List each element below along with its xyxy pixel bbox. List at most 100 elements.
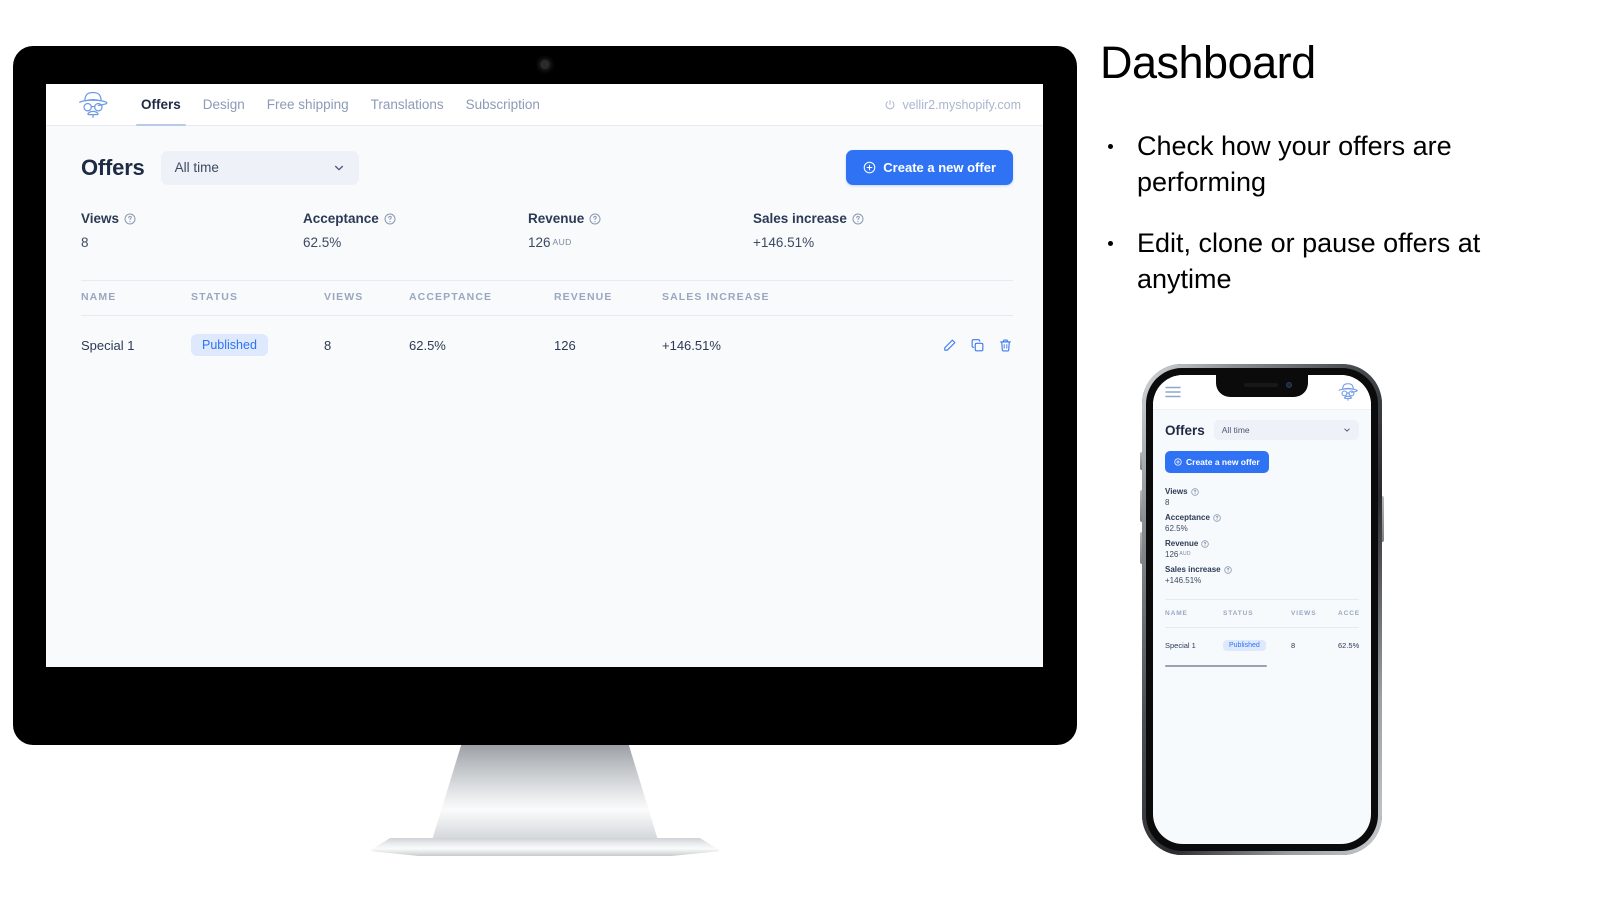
help-circle-icon[interactable] <box>124 213 136 225</box>
phone-stat-value-text: 8 <box>1165 498 1170 507</box>
help-circle-icon[interactable] <box>1213 513 1221 522</box>
table-header-row: NAME STATUS VIEWS ACCEPTA <box>1165 600 1359 628</box>
phone-stat-label-text: Views <box>1165 487 1188 496</box>
phone-stat-value: 126AUD <box>1165 550 1359 559</box>
hamburger-menu-icon[interactable] <box>1165 386 1181 398</box>
stat-value: 126 AUD <box>528 235 753 250</box>
list-item: Edit, clone or pause offers at anytime <box>1100 226 1570 297</box>
cell-revenue: 126 <box>554 337 576 353</box>
phone-stat-label-text: Sales increase <box>1165 565 1221 574</box>
table-row[interactable]: Special 1 Published 8 62.5% <box>1165 628 1359 664</box>
create-new-offer-label: Create a new offer <box>883 160 996 175</box>
phone-notch <box>1216 375 1308 397</box>
table-row[interactable]: Special 1 Published 8 62.5% 126 +146.51% <box>81 316 1013 375</box>
plus-circle-icon <box>863 161 876 174</box>
description-panel: Dashboard Check how your offers are perf… <box>1100 40 1570 324</box>
delete-trash-icon[interactable] <box>998 338 1013 353</box>
phone-stat-value-text: 126 <box>1165 550 1179 559</box>
chevron-down-icon <box>1344 428 1350 432</box>
col-revenue: REVENUE <box>554 280 662 316</box>
monitor-camera-dot <box>540 60 550 69</box>
help-circle-icon[interactable] <box>1223 565 1232 574</box>
phone-screen: Offers All time Create a new offer Views… <box>1153 375 1371 844</box>
nav-label: Translations <box>370 97 444 112</box>
store-domain-link[interactable]: vellir2.myshopify.com <box>884 98 1021 112</box>
plus-circle-icon <box>1174 458 1182 466</box>
nav-label: Offers <box>141 97 181 112</box>
stat-revenue: Revenue 126 AUD <box>528 211 753 250</box>
offers-table: NAME STATUS VIEWS ACCEPTANCE REVENUE SAL… <box>81 280 1013 374</box>
main-nav: Offers Design Free shipping Translations… <box>130 84 551 126</box>
status-badge: Published <box>191 334 268 356</box>
stat-label-text: Views <box>81 211 120 226</box>
phone-table-scroll-area[interactable]: NAME STATUS VIEWS ACCEPTA Special 1 Publ… <box>1165 599 1359 667</box>
stat-value-text: 62.5% <box>303 235 342 250</box>
phone-create-new-offer-label: Create a new offer <box>1186 457 1260 467</box>
phone-horizontal-scrollbar[interactable] <box>1165 665 1267 667</box>
incognito-logo-icon[interactable] <box>1337 382 1359 402</box>
stat-value-text: 8 <box>81 235 89 250</box>
nav-item-offers[interactable]: Offers <box>130 84 192 126</box>
bullet-text: Edit, clone or pause offers at anytime <box>1137 228 1481 294</box>
nav-item-free-shipping[interactable]: Free shipping <box>256 84 360 125</box>
stat-label: Sales increase <box>753 211 864 226</box>
phone-table-body: Special 1 Published 8 62.5% <box>1165 628 1359 664</box>
cell-acceptance: 62.5% <box>409 337 446 353</box>
nav-item-subscription[interactable]: Subscription <box>455 84 551 125</box>
stat-value: 8 <box>81 235 303 250</box>
offers-table-body: Special 1 Published 8 62.5% 126 +146.51% <box>81 316 1013 375</box>
edit-pencil-icon[interactable] <box>942 338 957 353</box>
col-sales-increase: SALES INCREASE <box>662 280 908 316</box>
help-circle-icon[interactable] <box>1190 487 1199 496</box>
phone-table-head: NAME STATUS VIEWS ACCEPTA <box>1165 600 1359 628</box>
nav-item-translations[interactable]: Translations <box>360 84 455 125</box>
col-views: VIEWS <box>324 280 409 316</box>
phone-time-range-select[interactable]: All time <box>1213 420 1359 440</box>
phone-stat-label: Views <box>1165 487 1359 496</box>
phone-stat-value: 62.5% <box>1165 524 1359 533</box>
nav-item-design[interactable]: Design <box>192 84 256 125</box>
cell-name: Special 1 <box>81 337 135 353</box>
bullet-text: Check how your offers are performing <box>1137 131 1452 197</box>
stats-row: Views 8 Acceptance 62.5% Revenue 126 AUD… <box>81 211 1013 250</box>
monitor-screen: Offers Design Free shipping Translations… <box>46 84 1043 667</box>
chevron-down-icon <box>334 165 343 170</box>
col-status: STATUS <box>1223 600 1291 628</box>
phone-page-title: Offers <box>1165 422 1205 438</box>
row-actions <box>908 338 1013 353</box>
stat-label: Acceptance <box>303 211 528 226</box>
stat-label-text: Sales increase <box>753 211 847 226</box>
help-circle-icon[interactable] <box>1201 539 1210 548</box>
help-circle-icon[interactable] <box>589 213 601 225</box>
phone-stat-label: Acceptance <box>1165 513 1359 522</box>
app-topbar: Offers Design Free shipping Translations… <box>46 84 1043 126</box>
col-name: NAME <box>1165 600 1223 628</box>
list-item: Check how your offers are performing <box>1100 129 1570 200</box>
col-status: STATUS <box>191 280 324 316</box>
time-range-select[interactable]: All time <box>160 150 359 185</box>
create-new-offer-button[interactable]: Create a new offer <box>846 150 1013 185</box>
help-circle-icon[interactable] <box>852 213 864 225</box>
stat-label: Revenue <box>528 211 753 226</box>
phone-stat-currency: AUD <box>1179 551 1191 557</box>
incognito-logo-icon[interactable] <box>76 90 110 120</box>
phone-create-new-offer-button[interactable]: Create a new offer <box>1165 451 1269 473</box>
col-views: VIEWS <box>1291 600 1338 628</box>
nav-label: Subscription <box>465 97 540 112</box>
stat-value: 62.5% <box>303 235 528 250</box>
phone-front-camera <box>1286 382 1292 388</box>
cell-acceptance: 62.5% <box>1338 641 1359 650</box>
col-acceptance: ACCEPTA <box>1338 600 1359 628</box>
mobile-phone-mockup: Offers All time Create a new offer Views… <box>1140 364 1384 855</box>
stat-value-text: 126 <box>528 235 551 250</box>
stat-acceptance: Acceptance 62.5% <box>303 211 528 250</box>
status-badge: Published <box>1223 640 1266 651</box>
stat-views: Views 8 <box>81 211 303 250</box>
phone-offers-table: NAME STATUS VIEWS ACCEPTA Special 1 Publ… <box>1165 600 1359 663</box>
clone-copy-icon[interactable] <box>970 338 985 353</box>
help-circle-icon[interactable] <box>384 213 396 225</box>
phone-stat-label-text: Revenue <box>1165 539 1199 548</box>
phone-stat-value: +146.51% <box>1165 576 1359 585</box>
bullet-dot-icon <box>1108 144 1113 150</box>
bullet-dot-icon <box>1108 241 1113 247</box>
